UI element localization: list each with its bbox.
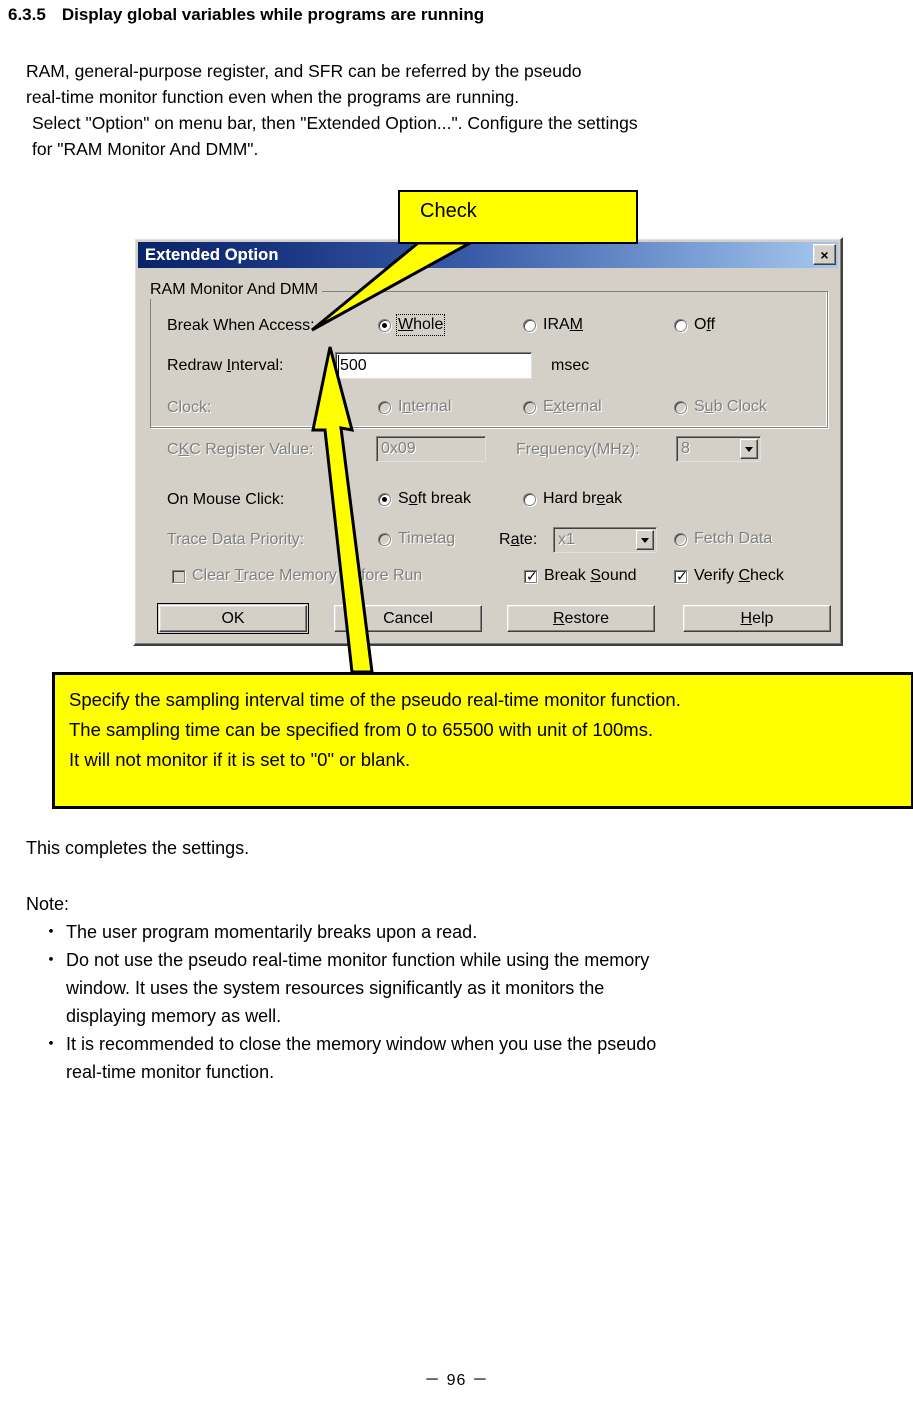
checkbox-break-sound[interactable]: ✓ [524, 568, 538, 584]
radio-soft-break[interactable] [378, 493, 391, 506]
radio-whole-dot [382, 323, 387, 328]
ckc-register-label: CKC Register Value: [167, 441, 314, 458]
restore-button[interactable]: Restore [507, 605, 655, 632]
trace-data-priority-label: Trace Data Priority: [167, 531, 305, 548]
list-item-line: Do not use the pseudo real-time monitor … [66, 950, 650, 970]
radio-whole-label[interactable]: Whole [395, 314, 446, 336]
help-button[interactable]: Help [683, 605, 831, 632]
close-glyph: × [820, 246, 829, 263]
check-callout-label: Check [420, 200, 477, 222]
interval-note-line-1: Specify the sampling interval time of th… [69, 689, 681, 710]
rate-combo: x1 [553, 527, 657, 553]
rate-label: Rate: [499, 531, 538, 548]
list-item-continuation: real-time monitor function. [38, 1058, 913, 1086]
radio-whole[interactable] [378, 319, 391, 332]
bullet-marker: ・ [42, 1034, 60, 1054]
ram-monitor-groupbox-label: RAM Monitor And DMM [146, 281, 323, 299]
document-page: 6.3.5 Display global variables while prog… [0, 0, 913, 1411]
redraw-interval-input[interactable]: 500 [335, 352, 532, 379]
interval-note-line-3: It will not monitor if it is set to "0" … [69, 749, 411, 770]
frequency-value: 8 [681, 440, 690, 457]
ok-button-label: OK [221, 609, 245, 627]
frequency-label: Frequency(MHz): [516, 441, 640, 458]
radio-timetag [378, 533, 391, 546]
radio-hard-break[interactable] [523, 493, 536, 506]
intro-line-2: real-time monitor function even when the… [26, 87, 520, 107]
radio-sub-clock-label: Sub Clock [694, 398, 767, 415]
chevron-down-icon [740, 439, 758, 459]
cancel-button[interactable]: Cancel [334, 605, 482, 632]
rate-value: x1 [558, 531, 575, 548]
clock-label: Clock: [167, 399, 212, 416]
radio-fetch-data-label: Fetch Data [694, 530, 773, 547]
restore-button-label: Restore [552, 609, 610, 627]
checkbox-clear-trace-memory-label: Clear Trace Memory Before Run [192, 567, 423, 584]
break-when-access-label: Break When Access: [167, 317, 315, 334]
radio-off-label[interactable]: Off [694, 316, 715, 334]
note-bullet-list: ・ The user program momentarily breaks up… [38, 918, 913, 1086]
ckc-register-input: 0x09 [376, 436, 486, 462]
dialog-title: Extended Option [145, 245, 279, 264]
radio-hard-break-label[interactable]: Hard break [543, 490, 622, 508]
checkbox-break-sound-label[interactable]: Break Sound [544, 567, 637, 585]
bullet-marker: ・ [42, 922, 60, 942]
radio-sub-clock [674, 401, 687, 414]
list-item: ・ It is recommended to close the memory … [38, 1030, 913, 1058]
list-item-continuation: displaying memory as well. [38, 1002, 913, 1030]
redraw-interval-label: Redraw Interval: [167, 357, 284, 374]
interval-note-line-2: The sampling time can be specified from … [69, 719, 654, 740]
intro-paragraph: RAM, general-purpose register, and SFR c… [26, 58, 906, 162]
radio-external [523, 401, 536, 414]
checkbox-clear-trace-memory [172, 570, 185, 583]
radio-timetag-label: Timetag [398, 530, 456, 547]
help-button-label: Help [740, 609, 774, 627]
checkbox-verify-check-label[interactable]: Verify Check [694, 567, 784, 585]
check-callout: Check [398, 190, 638, 244]
bullet-marker: ・ [42, 950, 60, 970]
radio-external-label: External [543, 398, 602, 415]
section-number: 6.3.5 [8, 5, 46, 24]
list-item-continuation: window. It uses the system resources sig… [38, 974, 913, 1002]
page-number: － 96 － [424, 1372, 489, 1389]
radio-soft-break-label[interactable]: Soft break [398, 490, 471, 508]
intro-line-4: for "RAM Monitor And DMM". [32, 139, 259, 159]
note-heading: Note: [26, 894, 70, 914]
radio-soft-break-dot [382, 497, 387, 502]
list-item-line: The user program momentarily breaks upon… [66, 922, 478, 942]
radio-iram[interactable] [523, 319, 536, 332]
ckc-register-value: 0x09 [381, 440, 416, 457]
close-icon[interactable]: × [813, 244, 836, 265]
chevron-down-icon [636, 530, 654, 550]
interval-note-callout: Specify the sampling interval time of th… [52, 672, 913, 809]
redraw-interval-unit: msec [551, 357, 590, 374]
ok-button[interactable]: OK [157, 603, 309, 634]
check-mark-icon: ✓ [676, 568, 688, 584]
dialog-titlebar[interactable]: Extended Option × [138, 242, 838, 268]
list-item-line: window. It uses the system resources sig… [66, 978, 605, 998]
completion-line: This completes the settings. [26, 838, 250, 858]
radio-internal [378, 401, 391, 414]
check-mark-icon: ✓ [526, 568, 538, 584]
completion-text: This completes the settings. Note: [26, 834, 906, 918]
page-title: 6.3.5 Display global variables while prog… [8, 5, 484, 25]
radio-off[interactable] [674, 319, 687, 332]
redraw-interval-value: 500 [340, 356, 367, 374]
cancel-button-label: Cancel [383, 609, 433, 627]
list-item: ・ The user program momentarily breaks up… [38, 918, 913, 946]
list-item-line: It is recommended to close the memory wi… [66, 1034, 657, 1054]
radio-iram-label[interactable]: IRAM [543, 316, 583, 334]
list-item: ・ Do not use the pseudo real-time monito… [38, 946, 913, 974]
checkbox-verify-check[interactable]: ✓ [674, 568, 688, 584]
intro-line-1: RAM, general-purpose register, and SFR c… [26, 61, 582, 81]
text-caret [338, 355, 339, 376]
list-item-line: real-time monitor function. [66, 1062, 275, 1082]
list-item-line: displaying memory as well. [66, 1006, 282, 1026]
on-mouse-click-label: On Mouse Click: [167, 491, 285, 508]
radio-fetch-data [674, 533, 687, 546]
section-title: Display global variables while programs … [61, 5, 485, 24]
radio-internal-label: Internal [398, 398, 452, 415]
intro-line-3: Select "Option" on menu bar, then "Exten… [32, 113, 638, 133]
frequency-combo: 8 [676, 436, 761, 462]
